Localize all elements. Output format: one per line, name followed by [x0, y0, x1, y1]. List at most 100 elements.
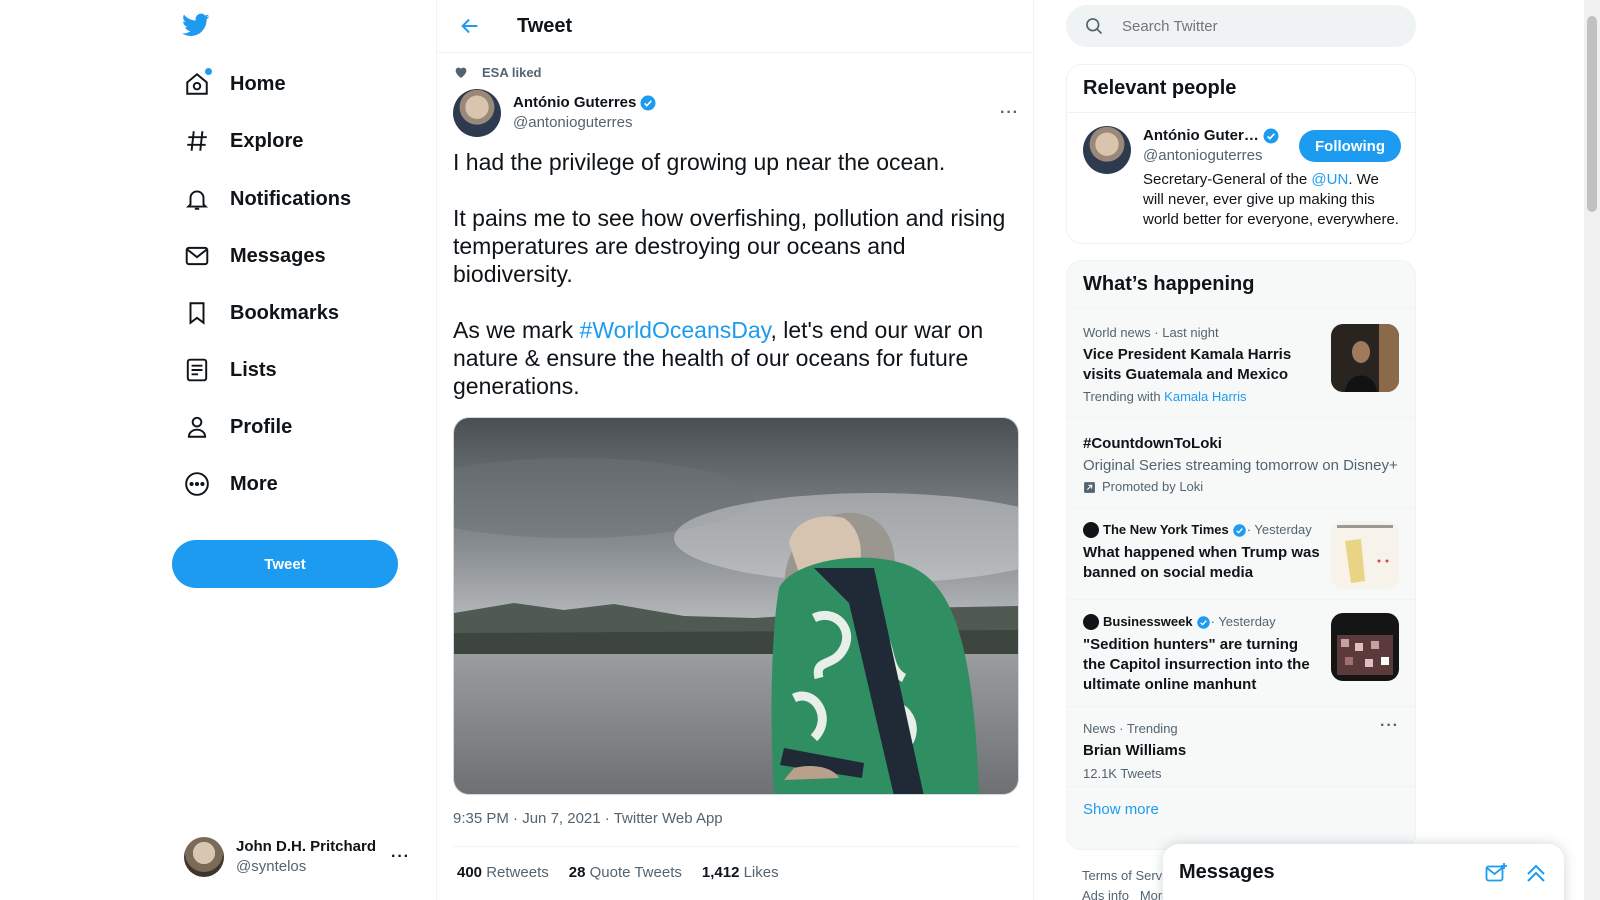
trend-source: The New York Times — [1103, 522, 1229, 537]
chevron-double-up-icon[interactable] — [1524, 861, 1548, 885]
nav-explore[interactable]: Explore — [172, 116, 315, 166]
trend-sub-text: Trending with — [1083, 389, 1165, 404]
trend-item[interactable]: News · Trending Brian Williams 12.1K Twe… — [1067, 707, 1415, 787]
trend-item[interactable]: #CountdownToLoki Original Series streami… — [1067, 418, 1415, 508]
nav-messages[interactable]: Messages — [172, 231, 338, 281]
trend-thumbnail — [1331, 613, 1399, 681]
trend-link[interactable]: Kamala Harris — [1164, 389, 1246, 404]
nav-notifications[interactable]: Notifications — [172, 174, 363, 224]
account-name: John D.H. Pritchard — [236, 838, 377, 855]
tweet-paragraph: It pains me to see how overfishing, poll… — [453, 205, 1006, 287]
trend-time: · Yesterday — [1246, 522, 1312, 537]
promoted-text: Promoted by Loki — [1102, 479, 1204, 494]
verified-badge-icon — [1232, 523, 1246, 537]
tweet-paragraph: I had the privilege of growing up near t… — [453, 149, 946, 175]
avatar[interactable] — [1083, 126, 1131, 174]
avatar[interactable] — [453, 89, 501, 137]
whats-happening-card: What’s happening World news · Last night… — [1066, 260, 1416, 850]
trend-source: Businessweek — [1103, 614, 1193, 629]
mail-icon — [184, 243, 210, 269]
main-column: Tweet ESA liked António Guterres @antoni… — [436, 0, 1034, 900]
show-more-link[interactable]: Show more — [1083, 801, 1159, 818]
author-handle[interactable]: @antonioguterres — [513, 113, 1000, 133]
stat-count: 400 — [457, 864, 483, 881]
trend-item[interactable]: Businessweek · Yesterday "Sedition hunte… — [1067, 600, 1415, 707]
scrollbar[interactable] — [1584, 0, 1600, 900]
trend-headline: "Sedition hunters" are turning the Capit… — [1083, 636, 1310, 693]
trend-thumbnail — [1331, 324, 1399, 392]
tweet-photo[interactable] — [453, 417, 1019, 795]
account-handle: @syntelos — [236, 858, 307, 875]
person-handle[interactable]: @antonioguterres — [1143, 146, 1262, 166]
promoted-icon — [1084, 481, 1095, 493]
promoted-label: Promoted by Loki — [1083, 479, 1399, 495]
tweet-timestamp: 9:35 PM · Jun 7, 2021 · Twitter Web App — [453, 810, 723, 827]
footer-link[interactable]: Ads info — [1082, 888, 1129, 900]
trend-item[interactable]: The New York Times · Yesterday What happ… — [1067, 508, 1415, 600]
trend-headline: Brian Williams — [1083, 742, 1187, 759]
messages-drawer-title: Messages — [1179, 861, 1275, 883]
relevant-people-card: Relevant people António Guter… @antoniog… — [1066, 64, 1416, 244]
social-context-text: ESA liked — [482, 64, 542, 80]
tweet-text: I had the privilege of growing up near t… — [453, 148, 1019, 428]
following-button[interactable]: Following — [1299, 130, 1401, 162]
tweet-date[interactable]: Jun 7, 2021 — [522, 810, 600, 827]
avatar — [184, 837, 224, 877]
nav-label: Home — [230, 72, 286, 95]
nav-home[interactable]: Home — [172, 59, 298, 109]
nav-bookmarks[interactable]: Bookmarks — [172, 288, 351, 338]
nav-label: Lists — [230, 358, 277, 381]
twitter-logo-icon[interactable] — [181, 11, 211, 39]
more-icon[interactable]: ··· — [1380, 717, 1399, 735]
more-icon[interactable]: ··· — [391, 848, 410, 866]
stat-label: Likes — [743, 864, 779, 881]
nav-label: Notifications — [230, 187, 352, 210]
author-name-row[interactable]: António Guterres — [513, 93, 1000, 113]
new-message-icon[interactable] — [1484, 861, 1508, 885]
bio-text: Secretary-General of the — [1143, 171, 1312, 188]
trend-headline: What happened when Trump was banned on s… — [1083, 544, 1320, 581]
messages-drawer[interactable]: Messages — [1163, 844, 1564, 900]
retweets-stat[interactable]: 400 Retweets — [457, 864, 549, 881]
more-icon[interactable]: ··· — [1000, 104, 1019, 122]
tweet-stats: 400 Retweets 28 Quote Tweets 1,412 Likes — [457, 864, 799, 881]
search-input[interactable] — [1122, 17, 1382, 35]
notification-dot — [205, 68, 212, 75]
page-header: Tweet — [437, 0, 1033, 53]
footer-link[interactable]: Terms of Servi — [1082, 866, 1169, 886]
tweet-source[interactable]: Twitter Web App — [614, 810, 723, 827]
stat-count: 28 — [568, 864, 586, 881]
hashtag-link[interactable]: #WorldOceansDay — [580, 317, 771, 343]
tweet-paragraph: As we mark #WorldOceansDay, let's end ou… — [453, 316, 1019, 400]
likes-stat[interactable]: 1,412 Likes — [702, 864, 779, 881]
trend-description: Original Series streaming tomorrow on Di… — [1083, 457, 1398, 474]
trend-headline: #CountdownToLoki — [1083, 435, 1222, 452]
nav-more[interactable]: More — [172, 459, 290, 509]
search-box[interactable] — [1066, 5, 1416, 47]
mention-link[interactable]: @UN — [1311, 171, 1348, 188]
nav-label: Bookmarks — [230, 301, 339, 324]
trend-item[interactable]: World news · Last night Vice President K… — [1067, 311, 1415, 418]
person-name-row[interactable]: António Guter… — [1143, 126, 1283, 146]
tweet-button[interactable]: Tweet — [172, 540, 398, 588]
scrollbar-thumb[interactable] — [1587, 16, 1597, 212]
social-context[interactable]: ESA liked — [453, 64, 541, 80]
back-arrow-icon[interactable] — [453, 9, 487, 43]
stat-count: 1,412 — [701, 864, 740, 881]
verified-badge-icon — [640, 95, 656, 111]
home-icon — [184, 68, 212, 97]
nav-lists[interactable]: Lists — [172, 345, 289, 395]
nav-profile[interactable]: Profile — [172, 402, 304, 452]
nav-label: More — [230, 472, 278, 495]
tweet-text-span: As we mark — [453, 317, 580, 343]
tweet-time[interactable]: 9:35 PM — [453, 810, 509, 827]
divider — [453, 846, 1019, 847]
separator: · — [508, 810, 523, 827]
account-switcher[interactable]: John D.H. Pritchard @syntelos ··· — [172, 827, 422, 887]
page-title: Tweet — [517, 14, 573, 37]
trend-thumbnail — [1331, 521, 1399, 589]
person-icon — [184, 414, 210, 440]
businessweek-logo-icon — [1083, 614, 1099, 630]
quote-tweets-stat[interactable]: 28 Quote Tweets — [569, 864, 682, 881]
nav-label: Explore — [230, 129, 304, 152]
